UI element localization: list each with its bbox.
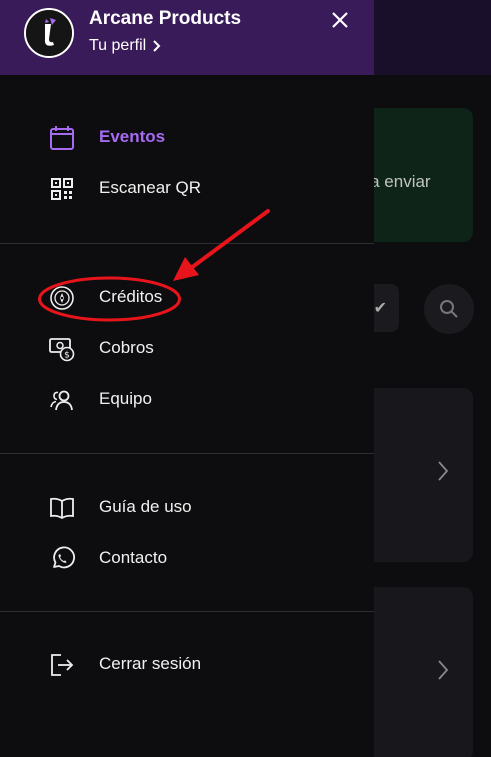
- drawer-header: Arcane Products Tu perfil: [0, 0, 374, 75]
- annotation-arrow: [173, 209, 270, 281]
- check-icon: ✔: [373, 300, 387, 317]
- annotation-highlight-ring: [38, 276, 181, 322]
- menu-item-contacto[interactable]: Contacto: [0, 535, 374, 581]
- team-users-icon: [50, 390, 73, 411]
- menu-item-label: Equipo: [99, 389, 152, 408]
- menu-item-label: Guía de uso: [99, 497, 192, 516]
- menu-item-label: Cobros: [99, 338, 154, 357]
- logout-button[interactable]: Cerrar sesión: [0, 641, 374, 687]
- chevron-right-icon: [438, 461, 449, 481]
- menu-item-label: Escanear QR: [99, 178, 202, 197]
- org-logo-icon: [26, 10, 72, 56]
- whatsapp-icon: [53, 546, 75, 569]
- logout-icon: [51, 654, 74, 676]
- org-name: Arcane Products: [89, 8, 242, 29]
- svg-text:$: $: [64, 351, 70, 361]
- qr-code-icon: [51, 178, 73, 200]
- menu-item-cobros[interactable]: $ Cobros: [0, 325, 374, 371]
- background-search-button: [424, 284, 474, 334]
- menu-divider: [0, 611, 374, 612]
- menu-item-eventos[interactable]: Eventos: [0, 114, 374, 160]
- menu-divider: [0, 453, 374, 454]
- close-icon[interactable]: [328, 8, 352, 32]
- menu-item-label: Eventos: [99, 127, 166, 146]
- cash-payment-icon: $: [49, 338, 75, 362]
- side-drawer: Arcane Products Tu perfil Eventos Escane…: [0, 0, 374, 757]
- chevron-right-icon: [153, 40, 161, 52]
- menu-item-label: Contacto: [99, 548, 168, 567]
- menu-item-guia-de-uso[interactable]: Guía de uso: [0, 484, 374, 530]
- org-avatar[interactable]: [24, 8, 74, 58]
- calendar-icon: [50, 126, 74, 150]
- profile-link-label: Tu perfil: [89, 37, 147, 54]
- logout-label: Cerrar sesión: [99, 654, 202, 673]
- search-icon: [440, 300, 458, 318]
- chevron-right-icon: [438, 660, 449, 680]
- book-icon: [50, 497, 74, 520]
- menu-item-equipo[interactable]: Equipo: [0, 376, 374, 422]
- profile-link[interactable]: Tu perfil: [89, 37, 162, 55]
